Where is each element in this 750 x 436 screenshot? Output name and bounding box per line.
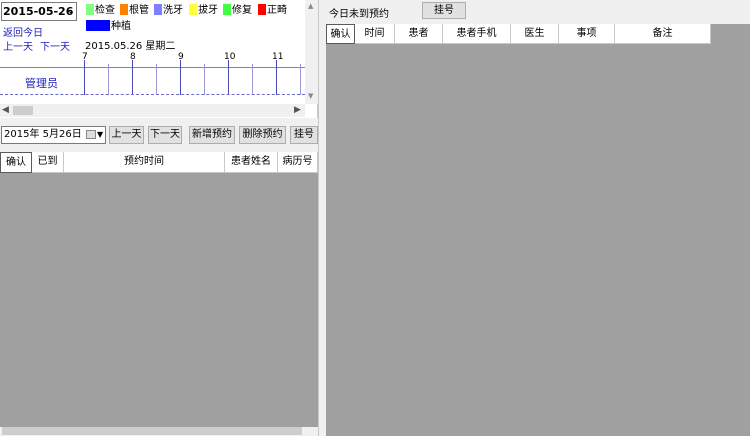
legend-label: 修复 [232, 5, 252, 16]
unarrived-title: 今日未到预约 [329, 9, 389, 20]
legend-swatch [120, 4, 128, 15]
ruler-line [0, 67, 305, 68]
half-hour-tick [252, 64, 253, 95]
delete-appointment-button[interactable]: 删除预约 [239, 126, 286, 144]
legend-swatch [86, 20, 110, 31]
unarrived-table[interactable]: 确认 时间 患者 患者手机 医生 事项 备注 [326, 24, 750, 436]
column-header-appointment-time[interactable]: 预约时间 [64, 152, 225, 173]
scroll-down-icon[interactable]: ▼ [308, 92, 313, 100]
scroll-right-icon[interactable]: ▶ [294, 105, 301, 115]
column-header-confirm[interactable]: 确认 [0, 152, 32, 173]
column-header-patient[interactable]: 患者 [395, 24, 443, 44]
legend-label: 洗牙 [163, 5, 183, 16]
table-hscroll-thumb[interactable] [2, 427, 302, 435]
calendar-icon[interactable] [86, 130, 96, 139]
legend-swatch [154, 4, 162, 15]
legend-swatch [258, 4, 266, 15]
legend-swatch [189, 4, 197, 15]
legend-item-orthodontics: 正畸 [258, 4, 287, 17]
hour-tick [276, 60, 277, 95]
hour-tick [132, 60, 133, 95]
date-picker-value: 2015年 5月26日 [4, 129, 82, 140]
half-hour-tick [204, 64, 205, 95]
doctor-row-line [0, 94, 305, 95]
column-header-doctor[interactable]: 医生 [511, 24, 559, 44]
schedule-date-value: 2015-05-26 [3, 5, 74, 18]
prev-day-link[interactable]: 上一天 [3, 38, 33, 53]
legend-item-root-canal: 根管 [120, 4, 149, 17]
legend-label: 根管 [129, 5, 149, 16]
next-day-link[interactable]: 下一天 [40, 38, 70, 53]
legend-swatch [86, 4, 94, 15]
chevron-down-icon: ⌄ [66, 6, 74, 16]
legend-label: 正畸 [267, 5, 287, 16]
half-hour-tick [156, 64, 157, 95]
column-header-patient-phone[interactable]: 患者手机 [443, 24, 511, 44]
hscroll-thumb[interactable] [13, 106, 33, 115]
legend-item-check: 检查 [86, 4, 115, 17]
new-appointment-button[interactable]: 新增预约 [189, 126, 235, 144]
schedule-vscrollbar[interactable]: ▲ ▼ [305, 0, 318, 104]
legend-item-cleaning: 洗牙 [154, 4, 183, 17]
appointment-toolbar: 2015年 5月26日 ▼ 上一天 下一天 新增预约 删除预约 挂号 [0, 124, 318, 146]
half-hour-tick [300, 64, 301, 95]
legend-label: 拔牙 [198, 5, 218, 16]
prev-day-button[interactable]: 上一天 [109, 126, 144, 144]
unarrived-header: 今日未到预约 挂号 [326, 0, 750, 24]
schedule-panel: 2015-05-26 ⌄ 检查 根管 洗牙 拔牙 修复 正畸 种植 返回今日 上… [0, 0, 318, 118]
unarrived-register-button[interactable]: 挂号 [422, 2, 466, 19]
scroll-left-icon[interactable]: ◀ [2, 105, 9, 115]
scroll-up-icon[interactable]: ▲ [308, 2, 313, 10]
legend-swatch [223, 4, 231, 15]
column-header-confirm[interactable]: 确认 [326, 24, 355, 44]
table-hscrollbar[interactable] [0, 427, 318, 436]
next-day-button[interactable]: 下一天 [148, 126, 182, 144]
chevron-down-icon[interactable]: ▼ [97, 127, 103, 143]
panel-splitter[interactable] [318, 0, 326, 436]
hour-tick [180, 60, 181, 95]
column-header-patient-name[interactable]: 患者姓名 [225, 152, 278, 173]
appointment-table[interactable]: 确认 已到 预约时间 患者姓名 病历号 [0, 152, 318, 436]
back-to-today-link[interactable]: 返回今日 [3, 24, 43, 39]
legend-label: 种植 [111, 21, 131, 32]
column-header-arrived[interactable]: 已到 [32, 152, 64, 173]
hour-tick [84, 60, 85, 95]
legend-label: 检查 [95, 5, 115, 16]
doctor-row-label: 管理员 [25, 77, 58, 90]
schedule-date-dropdown[interactable]: 2015-05-26 ⌄ [1, 2, 77, 21]
column-header-notes[interactable]: 备注 [615, 24, 711, 44]
register-button[interactable]: 挂号 [290, 126, 318, 144]
schedule-hscrollbar[interactable]: ◀ ▶ [0, 104, 305, 117]
hour-label: 10 [224, 52, 236, 62]
legend-item-extraction: 拔牙 [189, 4, 218, 17]
appointment-date-picker[interactable]: 2015年 5月26日 ▼ [1, 126, 106, 144]
column-header-time[interactable]: 时间 [355, 24, 395, 44]
hour-label: 11 [272, 52, 284, 62]
column-header-record-number[interactable]: 病历号 [278, 152, 318, 173]
hour-tick [228, 60, 229, 95]
column-header-item[interactable]: 事项 [559, 24, 615, 44]
half-hour-tick [108, 64, 109, 95]
schedule-date-display: 2015.05.26 星期二 [85, 41, 176, 52]
legend-item-restoration: 修复 [223, 4, 252, 17]
legend-item-implant: 种植 [86, 20, 131, 33]
